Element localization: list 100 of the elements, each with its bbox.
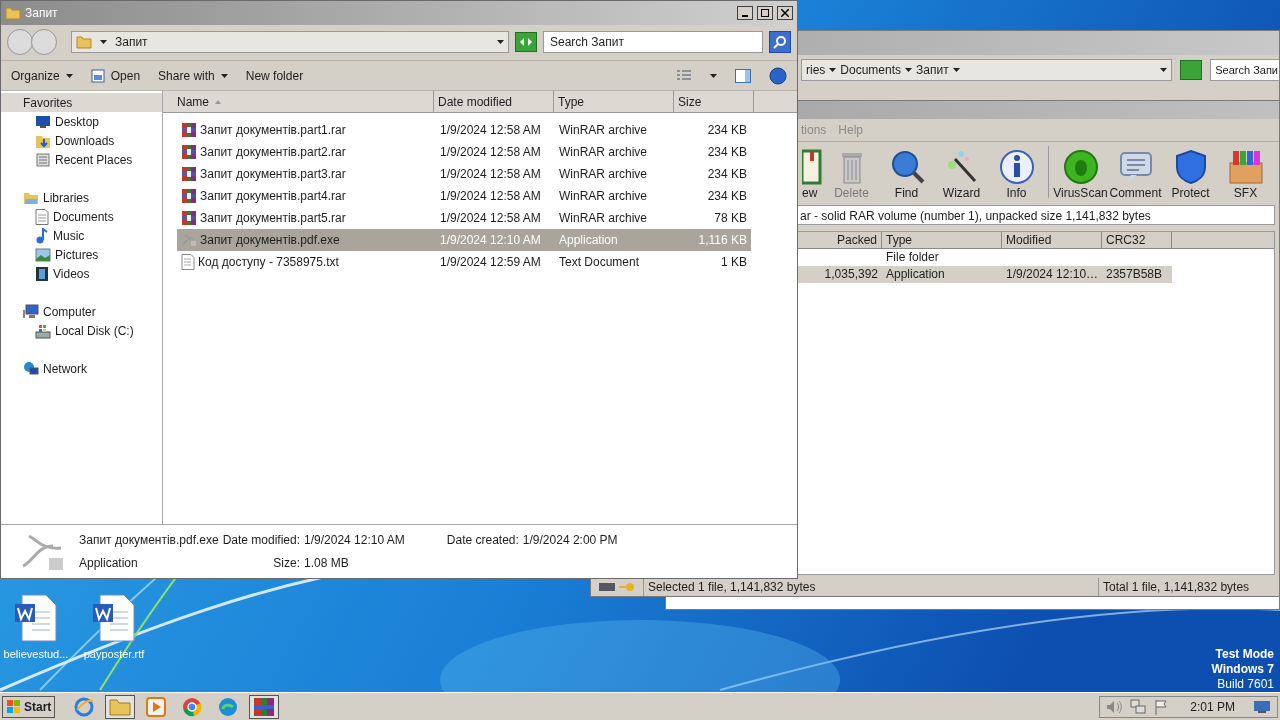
table-cell: 1 KB bbox=[721, 255, 747, 269]
media-player-icon bbox=[146, 696, 167, 717]
start-button[interactable]: Start bbox=[2, 695, 56, 718]
table-cell: WinRAR archive bbox=[559, 123, 648, 137]
toolbar-button[interactable]: ew bbox=[802, 149, 824, 201]
search-field[interactable]: Search Запит bbox=[543, 30, 763, 53]
toolbar-button[interactable]: Open bbox=[90, 66, 141, 85]
table-cell: 1,035,392 bbox=[824, 267, 878, 281]
os-notice-text: Build 7601 bbox=[1217, 677, 1274, 692]
column-header[interactable]: Size bbox=[674, 91, 754, 113]
maximize-button[interactable] bbox=[757, 6, 773, 20]
file-row[interactable]: Запит документів.part3.rar 1/9/2024 12:58 AM WinRAR archive 234 KB bbox=[177, 163, 751, 185]
sidebar-item[interactable]: Recent Places bbox=[1, 150, 162, 169]
info-icon bbox=[997, 149, 1036, 185]
caret-icon bbox=[905, 68, 913, 72]
sidebar-item[interactable]: Favorites bbox=[1, 93, 162, 112]
toolbar-button[interactable]: Share with bbox=[158, 66, 228, 85]
detail-value: 1/9/2024 2:00 PM bbox=[522, 532, 618, 549]
table-cell: 1/9/2024 12:59 AM bbox=[440, 255, 541, 269]
speaker-icon bbox=[1106, 699, 1123, 714]
toolbar-button[interactable]: New folder bbox=[245, 66, 304, 85]
edge-icon bbox=[218, 696, 239, 717]
taskbar-button[interactable] bbox=[105, 694, 136, 719]
column-header[interactable]: Type bbox=[554, 91, 674, 113]
search-button[interactable] bbox=[769, 30, 791, 53]
view-options-icon bbox=[676, 69, 692, 82]
breadcrumb-item[interactable]: Запит bbox=[115, 32, 148, 51]
sidebar-item[interactable]: Desktop bbox=[1, 112, 162, 131]
breadcrumb-item[interactable]: ries bbox=[806, 61, 826, 79]
book-icon bbox=[802, 149, 822, 185]
table-cell: 1/9/2024 12:58 AM bbox=[440, 167, 541, 181]
table-cell: Application bbox=[559, 233, 618, 247]
sidebar-item[interactable]: Libraries bbox=[1, 188, 162, 207]
caret-icon bbox=[829, 68, 837, 72]
detail-value: 1.08 MB bbox=[304, 555, 350, 572]
toolbar-button[interactable]: Comment bbox=[1108, 149, 1163, 201]
document-icon bbox=[35, 208, 49, 225]
toolbar-button[interactable]: Find bbox=[879, 149, 934, 201]
sidebar-item[interactable]: Downloads bbox=[1, 131, 162, 150]
preview-pane-icon bbox=[735, 68, 751, 83]
word-document-icon bbox=[92, 594, 136, 642]
table-cell: 1/9/2024 12:10… bbox=[1006, 267, 1099, 281]
close-icon bbox=[781, 9, 789, 17]
sidebar-item[interactable]: Computer bbox=[1, 302, 162, 321]
caret-icon bbox=[65, 73, 73, 78]
refresh-button[interactable] bbox=[1180, 60, 1203, 80]
file-row[interactable]: Запит документів.part2.rar 1/9/2024 12:58 AM WinRAR archive 234 KB bbox=[177, 141, 751, 163]
column-header[interactable]: Name bbox=[163, 91, 434, 113]
clock: 2:01 PM bbox=[1190, 698, 1235, 716]
sidebar-item[interactable]: Videos bbox=[1, 264, 162, 283]
table-cell: Text Document bbox=[559, 255, 640, 269]
table-cell: WinRAR archive bbox=[559, 189, 648, 203]
search-field[interactable]: Search Запи bbox=[1210, 59, 1279, 81]
toolbar-button[interactable]: Wizard bbox=[934, 149, 989, 201]
toolbar-button[interactable]: VirusScan bbox=[1053, 149, 1108, 201]
table-row[interactable]: 1,035,392 Application 1/9/2024 12:10… 2357B58B bbox=[796, 266, 1172, 283]
archive-icon bbox=[181, 210, 197, 226]
close-button[interactable] bbox=[777, 6, 793, 20]
file-name: Запит документів.pdf.exe bbox=[79, 532, 219, 549]
caret-icon bbox=[710, 73, 717, 78]
toolbar-button[interactable]: Info bbox=[989, 149, 1044, 201]
table-row[interactable]: File folder bbox=[796, 249, 1172, 266]
refresh-button[interactable] bbox=[515, 31, 537, 52]
table-cell: 78 KB bbox=[714, 211, 747, 225]
taskbar-button[interactable] bbox=[249, 694, 280, 719]
sidebar-item[interactable]: Music bbox=[1, 226, 162, 245]
toolbar-button[interactable]: SFX bbox=[1218, 149, 1273, 201]
key-icon bbox=[619, 581, 635, 592]
refresh-icon bbox=[519, 36, 533, 47]
file-row[interactable]: Код доступу - 7358975.txt 1/9/2024 12:59 AM Text Document 1 KB bbox=[177, 251, 751, 273]
column-header[interactable]: CRC32 bbox=[1102, 232, 1172, 249]
sidebar-item[interactable]: Documents bbox=[1, 207, 162, 226]
column-header[interactable]: Date modified bbox=[434, 91, 554, 113]
caret-icon bbox=[952, 68, 960, 72]
file-name: Запит документів.part5.rar bbox=[200, 210, 346, 227]
column-header[interactable]: Modified bbox=[1002, 232, 1102, 249]
os-notice-text: Test Mode bbox=[1215, 647, 1274, 662]
archive-icon bbox=[181, 166, 197, 182]
sidebar-item[interactable]: Local Disk (C:) bbox=[1, 321, 162, 340]
table-cell: 234 KB bbox=[707, 167, 747, 181]
toolbar-button[interactable]: Organize bbox=[11, 66, 73, 85]
file-name: Запит документів.part4.rar bbox=[200, 188, 346, 205]
breadcrumb-item[interactable]: Documents bbox=[840, 61, 902, 79]
minimize-button[interactable] bbox=[737, 6, 753, 20]
sidebar-item[interactable]: Network bbox=[1, 359, 162, 378]
file-row[interactable]: Запит документів.pdf.exe 1/9/2024 12:10 AM Application 1,116 KB bbox=[177, 229, 751, 251]
column-header[interactable]: Type bbox=[882, 232, 1002, 249]
file-row[interactable]: Запит документів.part4.rar 1/9/2024 12:58 AM WinRAR archive 234 KB bbox=[177, 185, 751, 207]
pictures-icon bbox=[35, 247, 51, 262]
dropdown-caret-icon bbox=[497, 39, 504, 44]
toolbar-button[interactable]: Protect bbox=[1163, 149, 1218, 201]
archive-icon bbox=[253, 696, 276, 717]
os-notice-text: Windows 7 bbox=[1211, 662, 1274, 677]
sidebar-item[interactable]: Pictures bbox=[1, 245, 162, 264]
desktop-icon bbox=[35, 114, 51, 129]
breadcrumb-item[interactable]: Запит bbox=[916, 61, 949, 79]
computer-icon bbox=[23, 303, 39, 320]
file-row[interactable]: Запит документів.part1.rar 1/9/2024 12:58 AM WinRAR archive 234 KB bbox=[177, 119, 751, 141]
column-header[interactable]: Packed bbox=[796, 232, 882, 249]
detail-label: Date created: bbox=[446, 532, 519, 549]
